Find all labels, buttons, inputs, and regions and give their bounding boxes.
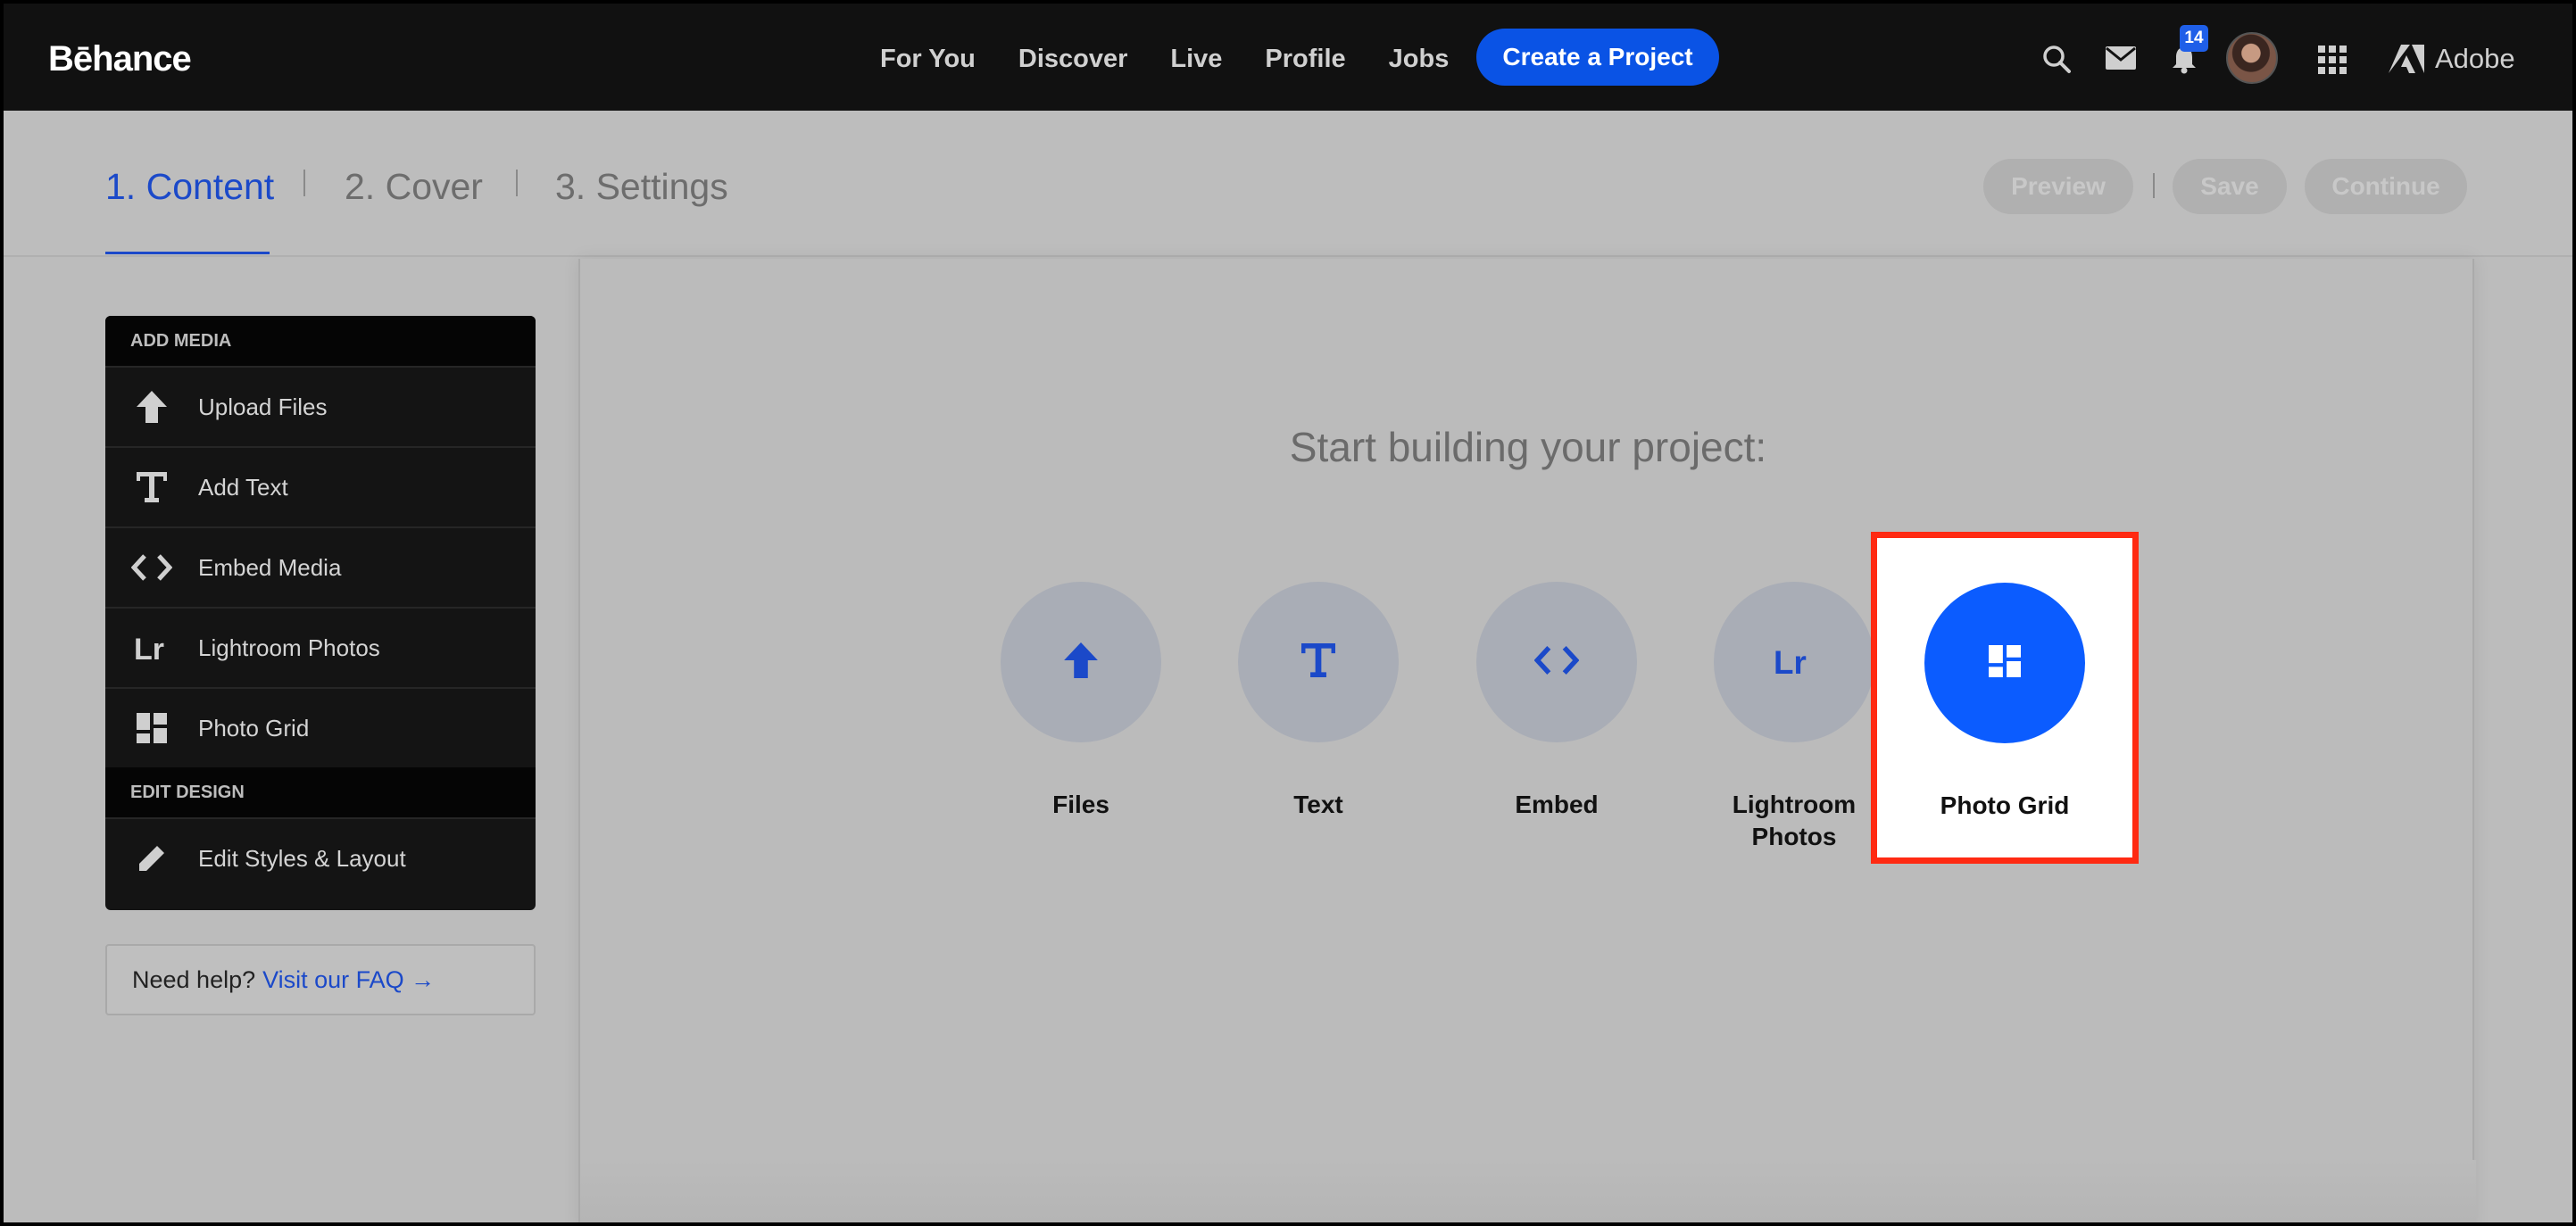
step-settings-tab[interactable]: 3. Settings bbox=[555, 166, 728, 208]
edit-design-heading: EDIT DESIGN bbox=[105, 767, 536, 817]
canvas-title: Start building your project: bbox=[1289, 424, 1767, 470]
nav-links: For You Discover Live Profile Jobs bbox=[880, 45, 1492, 74]
upload-arrow-icon bbox=[1063, 642, 1099, 683]
add-media-sidebar: ADD MEDIA Upload Files Add Text Embed Me… bbox=[105, 316, 536, 910]
sidebar-item-embed-media[interactable]: Embed Media bbox=[105, 526, 536, 607]
svg-text:Lr: Lr bbox=[134, 633, 164, 663]
apps-grid-icon[interactable] bbox=[2317, 45, 2347, 75]
tile-embed[interactable]: Embed bbox=[1445, 582, 1668, 821]
tile-label: Photo Grid bbox=[1940, 791, 2070, 819]
project-steps-bar: 1. Content 2. Cover 3. Settings Preview … bbox=[4, 111, 2572, 257]
add-media-heading: ADD MEDIA bbox=[105, 316, 536, 366]
step-divider bbox=[303, 170, 305, 196]
sidebar-item-photo-grid[interactable]: Photo Grid bbox=[105, 687, 536, 767]
upload-arrow-icon bbox=[105, 391, 198, 423]
action-divider bbox=[2153, 173, 2155, 198]
tile-label: Text bbox=[1293, 791, 1343, 818]
embed-code-icon bbox=[1533, 645, 1580, 680]
photo-grid-highlight: Photo Grid bbox=[1871, 532, 2139, 864]
photo-grid-icon bbox=[1989, 644, 2021, 682]
sidebar-item-label: Photo Grid bbox=[198, 714, 310, 741]
continue-button[interactable]: Continue bbox=[2305, 159, 2467, 214]
help-text: Need help? bbox=[132, 965, 256, 993]
lightroom-icon: Lr bbox=[105, 633, 198, 663]
save-button[interactable]: Save bbox=[2173, 159, 2287, 214]
preview-button[interactable]: Preview bbox=[1983, 159, 2133, 214]
avatar[interactable] bbox=[2226, 32, 2278, 84]
files-tile-button[interactable] bbox=[1001, 582, 1161, 742]
sidebar-item-label: Lightroom Photos bbox=[198, 634, 380, 661]
project-canvas: Start building your project: Files Text bbox=[578, 259, 2476, 1222]
embed-tile-button[interactable] bbox=[1476, 582, 1637, 742]
text-t-icon bbox=[1301, 642, 1335, 682]
tile-label: Embed bbox=[1515, 791, 1599, 818]
notification-badge: 14 bbox=[2180, 25, 2208, 52]
sidebar-item-label: Add Text bbox=[198, 473, 288, 501]
step-divider bbox=[516, 170, 518, 196]
adobe-label[interactable]: Adobe bbox=[2435, 43, 2515, 75]
mail-icon[interactable] bbox=[2105, 45, 2137, 71]
create-project-button[interactable]: Create a Project bbox=[1476, 29, 1719, 86]
tile-photo-grid[interactable]: Photo Grid bbox=[1893, 583, 2116, 822]
tile-text[interactable]: Text bbox=[1207, 582, 1430, 821]
help-box: Need help? Visit our FAQ → bbox=[105, 944, 536, 1015]
text-tile-button[interactable] bbox=[1238, 582, 1399, 742]
behance-logo[interactable]: Bēhance bbox=[48, 39, 192, 79]
search-icon[interactable] bbox=[2040, 43, 2073, 75]
nav-link-for-you[interactable]: For You bbox=[880, 45, 976, 74]
canvas-bottom-shade bbox=[580, 1160, 2476, 1222]
step-content-tab[interactable]: 1. Content bbox=[105, 166, 274, 208]
nav-link-discover[interactable]: Discover bbox=[1018, 45, 1128, 74]
nav-link-live[interactable]: Live bbox=[1170, 45, 1222, 74]
nav-link-jobs[interactable]: Jobs bbox=[1389, 45, 1450, 74]
svg-text:Lr: Lr bbox=[1774, 643, 1807, 677]
text-t-icon bbox=[105, 472, 198, 502]
sidebar-item-upload-files[interactable]: Upload Files bbox=[105, 366, 536, 446]
active-step-underline bbox=[105, 252, 270, 254]
embed-code-icon bbox=[105, 554, 198, 581]
sidebar-item-edit-styles[interactable]: Edit Styles & Layout bbox=[105, 817, 536, 898]
nav-link-profile[interactable]: Profile bbox=[1265, 45, 1345, 74]
sidebar-item-label: Edit Styles & Layout bbox=[198, 844, 406, 872]
pencil-icon bbox=[105, 844, 198, 873]
sidebar-item-lightroom-photos[interactable]: Lr Lightroom Photos bbox=[105, 607, 536, 687]
top-navigation: Bēhance For You Discover Live Profile Jo… bbox=[4, 4, 2572, 111]
lightroom-tile-button[interactable]: Lr bbox=[1714, 582, 1874, 742]
photo-grid-tile-button[interactable] bbox=[1924, 583, 2085, 743]
lightroom-icon: Lr bbox=[1774, 642, 1815, 683]
faq-link[interactable]: Visit our FAQ → bbox=[262, 966, 435, 994]
sidebar-item-add-text[interactable]: Add Text bbox=[105, 446, 536, 526]
step-cover-tab[interactable]: 2. Cover bbox=[345, 166, 483, 208]
tile-label: Files bbox=[1052, 791, 1109, 818]
sidebar-item-label: Upload Files bbox=[198, 393, 328, 420]
photo-grid-icon bbox=[105, 713, 198, 743]
tile-files[interactable]: Files bbox=[969, 582, 1192, 821]
app-frame: Bēhance For You Discover Live Profile Jo… bbox=[4, 4, 2572, 1222]
sidebar-item-label: Embed Media bbox=[198, 553, 342, 581]
adobe-logo-icon[interactable] bbox=[2389, 45, 2424, 73]
